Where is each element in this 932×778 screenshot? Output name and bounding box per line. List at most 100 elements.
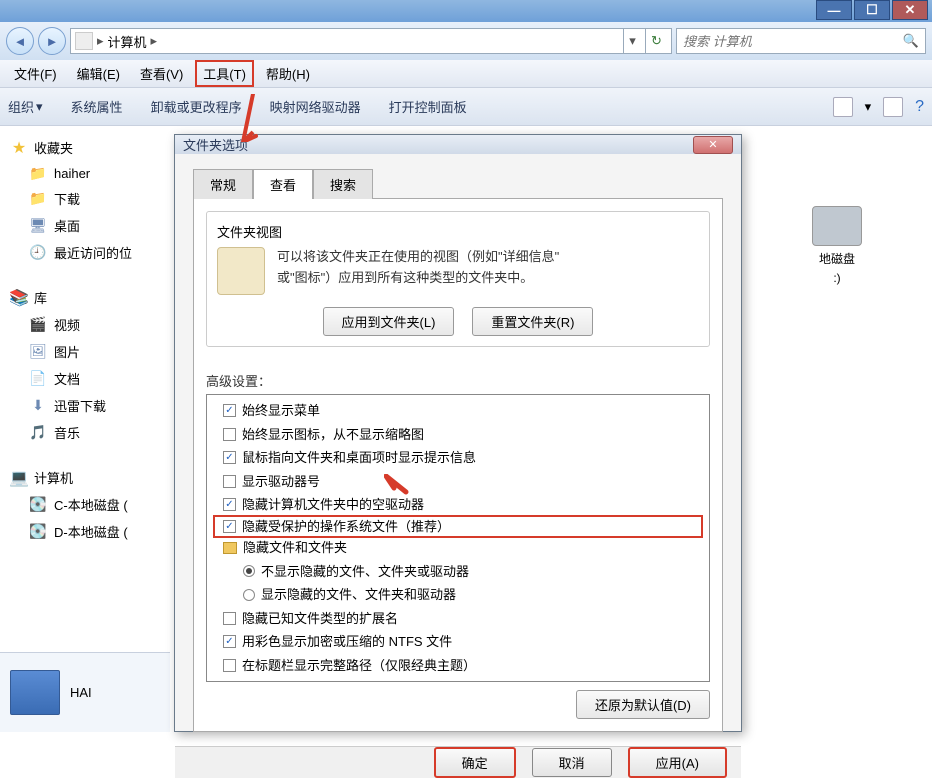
- menu-file[interactable]: 文件(F): [6, 60, 65, 87]
- toolbar-uninstall[interactable]: 卸载或更改程序: [151, 97, 242, 116]
- search-input[interactable]: [683, 34, 897, 49]
- setting-label: 隐藏文件和文件夹: [243, 538, 347, 558]
- help-icon[interactable]: ?: [915, 98, 924, 116]
- advanced-setting-item[interactable]: 隐藏计算机文件夹中的空驱动器: [213, 493, 703, 517]
- setting-label: 不显示隐藏的文件、文件夹或驱动器: [261, 562, 469, 582]
- radio[interactable]: [243, 589, 255, 601]
- sidebar-item[interactable]: 🖼图片: [4, 338, 166, 365]
- menu-edit[interactable]: 编辑(E): [69, 60, 128, 87]
- disk-item[interactable]: 地磁盘 :): [752, 206, 922, 285]
- sidebar-item[interactable]: 📁haiher: [4, 161, 166, 185]
- reset-folders-button[interactable]: 重置文件夹(R): [472, 307, 593, 336]
- advanced-setting-item[interactable]: 在标题栏显示完整路径（仅限经典主题）: [213, 654, 703, 678]
- dialog-close-button[interactable]: ✕: [693, 136, 733, 154]
- advanced-setting-item[interactable]: 隐藏受保护的操作系统文件（推荐）: [213, 515, 703, 539]
- sidebar-item[interactable]: 🕘最近访问的位: [4, 239, 166, 266]
- advanced-setting-item[interactable]: 隐藏已知文件类型的扩展名: [213, 607, 703, 631]
- checkbox[interactable]: [223, 635, 236, 648]
- advanced-setting-item[interactable]: 始终显示菜单: [213, 399, 703, 423]
- toolbar-mapnet[interactable]: 映射网络驱动器: [270, 97, 361, 116]
- advanced-setting-item[interactable]: 不显示隐藏的文件、文件夹或驱动器: [213, 560, 703, 584]
- cancel-button[interactable]: 取消: [532, 748, 612, 777]
- title-bar: — ☐ ✕: [0, 0, 932, 22]
- chevron-down-icon[interactable]: ▾: [865, 99, 872, 115]
- radio[interactable]: [243, 565, 255, 577]
- checkbox[interactable]: [223, 659, 236, 672]
- menu-help[interactable]: 帮助(H): [258, 60, 318, 87]
- sidebar-item[interactable]: ⬇迅雷下载: [4, 392, 166, 419]
- setting-label: 隐藏受保护的操作系统文件（推荐）: [242, 517, 450, 537]
- address-bar[interactable]: ▸ 计算机 ▸ ▾ ↻: [70, 28, 672, 54]
- setting-label: 显示隐藏的文件、文件夹和驱动器: [261, 585, 456, 605]
- address-path: 计算机: [108, 32, 147, 51]
- checkbox[interactable]: [223, 520, 236, 533]
- dialog-tabs: 常规 查看 搜索: [193, 168, 723, 198]
- menu-bar: 文件(F) 编辑(E) 查看(V) 工具(T) 帮助(H): [0, 60, 932, 88]
- sidebar-computer[interactable]: 💻计算机: [4, 464, 166, 491]
- pictures-icon: 🖼: [30, 344, 46, 360]
- advanced-settings-list[interactable]: 始终显示菜单始终显示图标，从不显示缩略图鼠标指向文件夹和桌面项时显示提示信息显示…: [206, 394, 710, 682]
- back-button[interactable]: ◄: [6, 27, 34, 55]
- details-label: HAI: [70, 685, 92, 700]
- ok-button[interactable]: 确定: [434, 747, 516, 778]
- menu-view[interactable]: 查看(V): [132, 60, 191, 87]
- setting-label: 隐藏计算机文件夹中的空驱动器: [242, 495, 424, 515]
- address-dropdown[interactable]: ▾: [623, 29, 641, 53]
- advanced-setting-item[interactable]: 显示隐藏的文件、文件夹和驱动器: [213, 583, 703, 607]
- sidebar-libraries[interactable]: 📚库: [4, 284, 166, 311]
- computer-icon: [75, 32, 93, 50]
- toolbar-ctrlpanel[interactable]: 打开控制面板: [389, 97, 467, 116]
- sidebar-item[interactable]: 🖥桌面: [4, 212, 166, 239]
- sidebar-item[interactable]: 💽C-本地磁盘 (: [4, 491, 166, 518]
- library-icon: 📚: [10, 289, 28, 307]
- checkbox[interactable]: [223, 428, 236, 441]
- details-pane: HAI: [0, 652, 170, 732]
- tab-search[interactable]: 搜索: [313, 169, 373, 199]
- view-options-icon[interactable]: [833, 97, 853, 117]
- close-button[interactable]: ✕: [892, 0, 928, 20]
- toolbar-sysprops[interactable]: 系统属性: [71, 97, 123, 116]
- restore-defaults-button[interactable]: 还原为默认值(D): [576, 690, 710, 719]
- search-box[interactable]: 🔍: [676, 28, 926, 54]
- advanced-setting-item[interactable]: 始终显示图标，从不显示缩略图: [213, 423, 703, 447]
- sidebar-item[interactable]: 🎬视频: [4, 311, 166, 338]
- sidebar-item[interactable]: 💽D-本地磁盘 (: [4, 518, 166, 545]
- sidebar-item[interactable]: 📁下载: [4, 185, 166, 212]
- advanced-setting-item[interactable]: 隐藏文件和文件夹: [213, 536, 703, 560]
- menu-tools[interactable]: 工具(T): [195, 60, 254, 87]
- star-icon: ★: [10, 139, 28, 157]
- checkbox[interactable]: [223, 404, 236, 417]
- folder-view-desc: 可以将该文件夹正在使用的视图（例如"详细信息" 或"图标"）应用到所有这种类型的…: [277, 247, 699, 289]
- dialog-footer: 确定 取消 应用(A): [175, 746, 741, 778]
- setting-label: 始终显示图标，从不显示缩略图: [242, 425, 424, 445]
- toolbar-organize[interactable]: 组织 ▾: [8, 97, 43, 116]
- preview-pane-icon[interactable]: [883, 97, 903, 117]
- forward-button[interactable]: ►: [38, 27, 66, 55]
- toolbar: 组织 ▾ 系统属性 卸载或更改程序 映射网络驱动器 打开控制面板 ▾ ?: [0, 88, 932, 126]
- apply-button[interactable]: 应用(A): [628, 747, 727, 778]
- tab-general[interactable]: 常规: [193, 169, 253, 199]
- sidebar-item[interactable]: 📄文档: [4, 365, 166, 392]
- apply-to-folder-button[interactable]: 应用到文件夹(L): [323, 307, 455, 336]
- dialog-title: 文件夹选项: [183, 135, 248, 154]
- separator-icon: ▸: [151, 33, 158, 49]
- advanced-setting-item[interactable]: 显示驱动器号: [213, 470, 703, 494]
- recent-icon: 🕘: [30, 245, 46, 261]
- checkbox[interactable]: [223, 612, 236, 625]
- computer-icon: [10, 670, 60, 715]
- dialog-titlebar: 文件夹选项 ✕: [175, 135, 741, 154]
- tab-view[interactable]: 查看: [253, 169, 313, 199]
- sidebar-item[interactable]: 🎵音乐: [4, 419, 166, 446]
- advanced-setting-item[interactable]: 用彩色显示加密或压缩的 NTFS 文件: [213, 630, 703, 654]
- checkbox[interactable]: [223, 451, 236, 464]
- folder-icon: [223, 542, 237, 554]
- checkbox[interactable]: [223, 498, 236, 511]
- maximize-button[interactable]: ☐: [854, 0, 890, 20]
- sidebar-favorites[interactable]: ★收藏夹: [4, 134, 166, 161]
- checkbox[interactable]: [223, 475, 236, 488]
- refresh-button[interactable]: ↻: [645, 29, 667, 53]
- advanced-setting-item[interactable]: 鼠标指向文件夹和桌面项时显示提示信息: [213, 446, 703, 470]
- folder-options-dialog: 文件夹选项 ✕ 常规 查看 搜索 文件夹视图 可以将该文件夹正在使用的视图（例如…: [174, 134, 742, 732]
- tab-view-pane: 文件夹视图 可以将该文件夹正在使用的视图（例如"详细信息" 或"图标"）应用到所…: [193, 198, 723, 732]
- minimize-button[interactable]: —: [816, 0, 852, 20]
